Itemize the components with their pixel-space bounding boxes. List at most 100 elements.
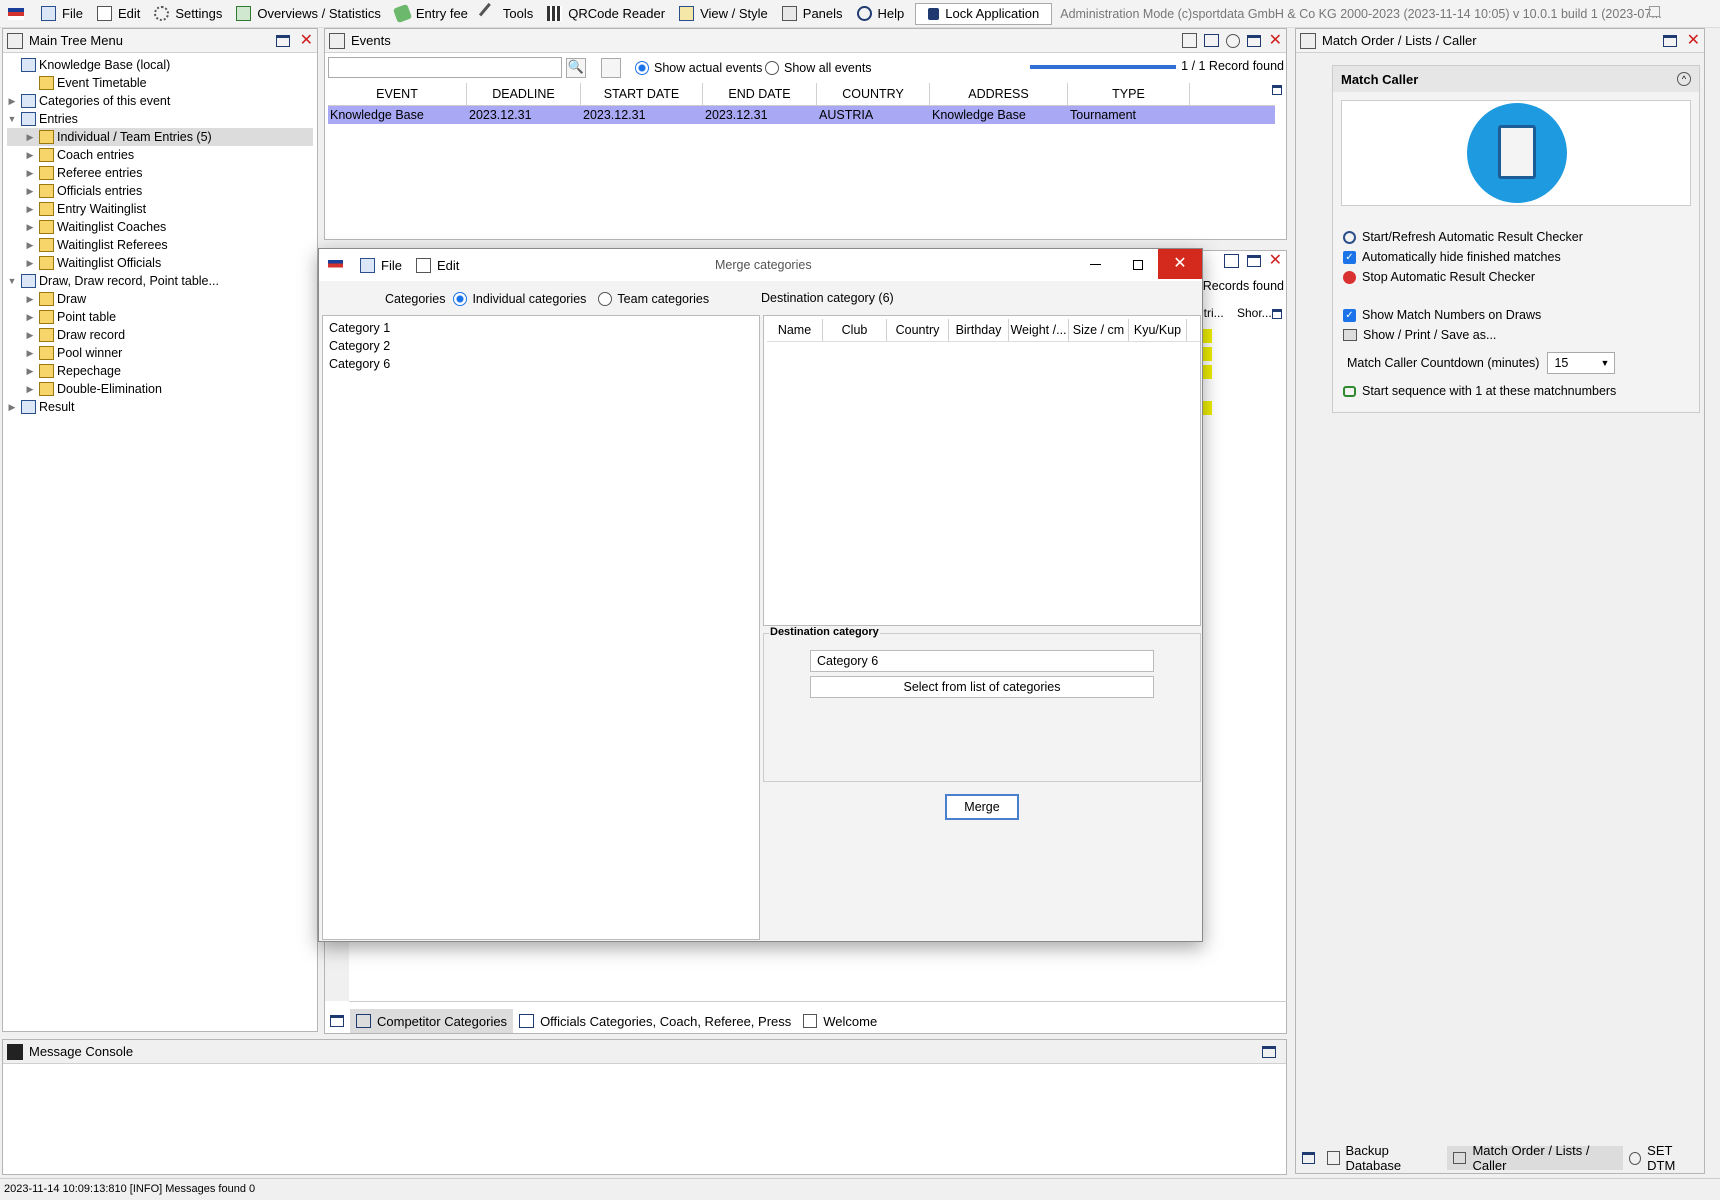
menu-tools[interactable]: Tools xyxy=(475,1,540,27)
expand-toggle-icon[interactable]: ▶ xyxy=(25,362,35,380)
column-chooser-icon[interactable] xyxy=(1272,309,1282,319)
maximize-icon[interactable] xyxy=(1262,1045,1276,1058)
expand-toggle-icon[interactable]: ▶ xyxy=(25,236,35,254)
menu-entry-fee[interactable]: Entry fee xyxy=(388,1,475,27)
tree-item[interactable]: ▶ Point table xyxy=(7,308,313,326)
list-item[interactable]: Category 6 xyxy=(329,355,753,373)
tree-item[interactable]: ▶ Referee entries xyxy=(7,164,313,182)
tree-item[interactable]: ▶ Waitinglist Referees xyxy=(7,236,313,254)
countdown-select[interactable]: 15 ▼ xyxy=(1547,352,1616,374)
team-categories-radio[interactable] xyxy=(598,292,613,306)
expand-toggle-icon[interactable]: ▶ xyxy=(25,146,35,164)
expand-toggle-icon[interactable]: ▶ xyxy=(25,128,35,146)
folder-icon[interactable] xyxy=(1203,34,1219,47)
list-item[interactable]: Category 1 xyxy=(329,319,753,337)
tab-match-order[interactable]: Match Order / Lists / Caller xyxy=(1447,1143,1623,1173)
expand-toggle-icon[interactable]: ▼ xyxy=(7,272,17,290)
tree-item[interactable]: ▼ Entries xyxy=(7,110,313,128)
column-header[interactable]: Club xyxy=(823,319,887,341)
minimize-icon[interactable] xyxy=(1090,264,1101,265)
column-header[interactable]: Birthday xyxy=(949,319,1009,341)
tab-competitor-categories[interactable]: Competitor Categories xyxy=(350,1009,514,1033)
menu-view-style[interactable]: View / Style xyxy=(672,1,775,27)
show-print-save[interactable]: Show / Print / Save as... xyxy=(1343,326,1699,344)
tree-item[interactable]: ▶ Draw xyxy=(7,290,313,308)
column-header[interactable]: TYPE xyxy=(1068,83,1190,105)
expand-toggle-icon[interactable]: ▶ xyxy=(25,344,35,362)
search-icon[interactable]: 🔍 xyxy=(566,58,586,78)
close-icon[interactable]: ✕ xyxy=(1269,253,1282,269)
dialog-menu-file[interactable]: File xyxy=(353,252,409,278)
maximize-window-icon[interactable] xyxy=(1133,260,1143,270)
tree-item[interactable]: Event Timetable xyxy=(7,74,313,92)
window-restore-icon[interactable] xyxy=(1649,6,1660,17)
tree-item[interactable]: ▶ Result xyxy=(7,398,313,416)
expand-toggle-icon[interactable]: ▼ xyxy=(7,110,17,128)
tab-welcome[interactable]: Welcome xyxy=(797,1009,883,1033)
individual-categories-radio[interactable] xyxy=(453,292,468,306)
maximize-icon[interactable] xyxy=(330,1015,344,1027)
tree-item[interactable]: Knowledge Base (local) xyxy=(7,56,313,74)
close-icon[interactable]: ✕ xyxy=(1269,32,1282,49)
expand-toggle-icon[interactable]: ▶ xyxy=(25,380,35,398)
column-header[interactable]: Kyu/Kup xyxy=(1129,319,1187,341)
events-search-input[interactable] xyxy=(328,57,562,78)
expand-toggle-icon[interactable]: ▶ xyxy=(25,182,35,200)
tree-item[interactable]: ▶ Waitinglist Coaches xyxy=(7,218,313,236)
menu-settings[interactable]: Settings xyxy=(147,1,229,27)
merge-button[interactable]: Merge xyxy=(945,794,1019,820)
tab-backup-database[interactable]: Backup Database xyxy=(1321,1143,1447,1173)
show-actual-events-radio[interactable]: Show actual events xyxy=(635,59,762,77)
column-header[interactable]: Size / cm xyxy=(1069,319,1129,341)
menu-file[interactable]: File xyxy=(34,1,90,27)
expand-toggle-icon[interactable]: ▶ xyxy=(25,326,35,344)
tab-officials-categories[interactable]: Officials Categories, Coach, Referee, Pr… xyxy=(513,1009,797,1033)
close-icon[interactable]: ✕ xyxy=(1687,32,1700,49)
tree-item[interactable]: ▶ Waitinglist Officials xyxy=(7,254,313,272)
tab-set-dtm[interactable]: SET DTM xyxy=(1623,1143,1706,1173)
expand-toggle-icon[interactable]: ▶ xyxy=(25,164,35,182)
column-header[interactable]: ADDRESS xyxy=(930,83,1068,105)
tree-item[interactable]: ▶ Categories of this event xyxy=(7,92,313,110)
select-from-list-button[interactable]: Select from list of categories xyxy=(810,676,1154,698)
export-icon[interactable] xyxy=(1181,33,1197,48)
maximize-icon[interactable] xyxy=(1662,34,1677,47)
tree-item[interactable]: ▼ Draw, Draw record, Point table... xyxy=(7,272,313,290)
collapse-icon[interactable]: ^ xyxy=(1677,72,1691,86)
close-icon[interactable]: ✕ xyxy=(300,32,313,49)
expand-toggle-icon[interactable]: ▶ xyxy=(25,308,35,326)
tree-item[interactable]: ▶ Entry Waitinglist xyxy=(7,200,313,218)
expand-toggle-icon[interactable]: ▶ xyxy=(25,290,35,308)
start-sequence[interactable]: Start sequence with 1 at these matchnumb… xyxy=(1343,382,1699,400)
menu-edit[interactable]: Edit xyxy=(90,1,147,27)
column-header[interactable]: Country xyxy=(887,319,949,341)
expand-toggle-icon[interactable]: ▶ xyxy=(7,92,17,110)
stop-result-checker[interactable]: Stop Automatic Result Checker xyxy=(1343,268,1699,286)
destination-category-field[interactable]: Category 6 xyxy=(810,650,1154,672)
column-header[interactable]: COUNTRY xyxy=(817,83,930,105)
menu-help[interactable]: Help xyxy=(850,1,912,27)
column-header[interactable]: Name xyxy=(767,319,823,341)
expand-toggle-icon[interactable]: ▶ xyxy=(25,200,35,218)
maximize-icon[interactable] xyxy=(1302,1152,1316,1164)
category-list[interactable]: Category 1 Category 2 Category 6 xyxy=(322,315,760,940)
list-item[interactable]: Category 2 xyxy=(329,337,753,355)
expand-toggle-icon[interactable]: ▶ xyxy=(25,254,35,272)
tree-item[interactable]: ▶ Individual / Team Entries (5) xyxy=(7,128,313,146)
refresh-icon[interactable] xyxy=(1225,33,1240,48)
tree-item[interactable]: ▶ Pool winner xyxy=(7,344,313,362)
show-all-events-radio[interactable]: Show all events xyxy=(765,59,872,77)
expand-toggle-icon[interactable]: ▶ xyxy=(25,218,35,236)
column-header[interactable]: END DATE xyxy=(703,83,817,105)
maximize-icon[interactable] xyxy=(275,34,290,47)
tree-item[interactable]: ▶ Coach entries xyxy=(7,146,313,164)
dialog-menu-edit[interactable]: Edit xyxy=(409,252,466,278)
column-header[interactable]: Weight /... xyxy=(1009,319,1069,341)
maximize-icon[interactable] xyxy=(1246,255,1261,267)
tree-item[interactable]: ▶ Officials entries xyxy=(7,182,313,200)
lock-application-button[interactable]: Lock Application xyxy=(915,2,1053,25)
show-match-numbers-checkbox[interactable]: ✓ Show Match Numbers on Draws xyxy=(1343,306,1699,324)
menu-panels[interactable]: Panels xyxy=(775,1,850,27)
auto-hide-finished-checkbox[interactable]: ✓ Automatically hide finished matches xyxy=(1343,248,1699,266)
table-row[interactable]: Knowledge Base 2023.12.31 2023.12.31 2023.1… xyxy=(328,106,1275,124)
